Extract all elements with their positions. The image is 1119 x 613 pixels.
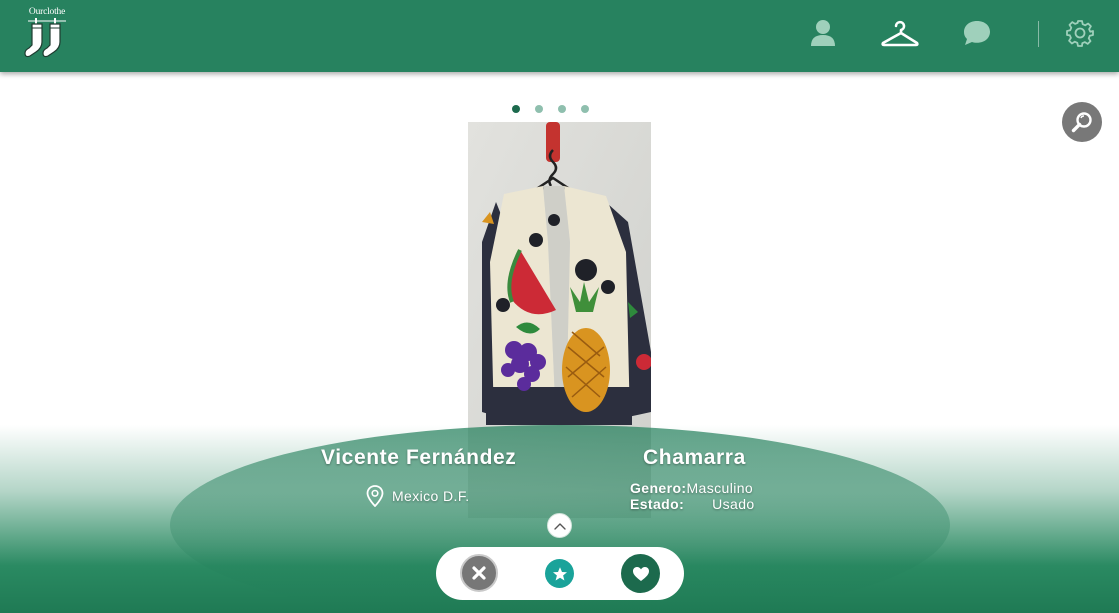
search-button[interactable] — [1062, 102, 1102, 142]
nav-profile-button[interactable] — [806, 16, 840, 50]
nav-settings-button[interactable] — [1063, 16, 1097, 50]
top-navigation-bar: Ourclothe — [0, 0, 1119, 72]
chevron-up-icon — [553, 522, 566, 530]
estado-label: Estado: — [630, 496, 685, 512]
superlike-button[interactable] — [545, 559, 574, 588]
seller-location: Mexico D.F. — [366, 485, 470, 507]
carousel-indicators — [512, 105, 589, 113]
star-icon — [552, 566, 567, 580]
carousel-dot[interactable] — [535, 105, 543, 113]
dislike-button[interactable] — [460, 554, 498, 592]
like-button[interactable] — [621, 554, 660, 593]
app-logo[interactable]: Ourclothe — [24, 7, 70, 61]
socks-logo-icon — [24, 18, 66, 58]
carousel-dot[interactable] — [512, 105, 520, 113]
close-icon — [472, 566, 486, 580]
genero-value: Masculino — [686, 480, 754, 496]
genero-row: Genero: Masculino — [630, 480, 755, 496]
expand-details-button[interactable] — [547, 513, 572, 538]
hanger-icon — [881, 20, 919, 47]
estado-row: Estado: Usado — [630, 496, 755, 512]
nav-clothes-button[interactable] — [880, 16, 920, 50]
location-text: Mexico D.F. — [392, 488, 470, 504]
nav-messages-button[interactable] — [960, 16, 994, 50]
seller-name[interactable]: Vicente Fernández — [321, 446, 516, 470]
item-details: Genero: Masculino Estado: Usado — [630, 480, 755, 512]
gear-icon — [1066, 20, 1094, 47]
estado-value: Usado — [712, 496, 755, 512]
location-pin-icon — [366, 485, 384, 507]
heart-icon — [632, 566, 649, 581]
chat-icon — [964, 21, 990, 45]
carousel-dot[interactable] — [581, 105, 589, 113]
action-bar — [436, 547, 684, 600]
nav-divider — [1038, 21, 1039, 47]
logo-text: Ourclothe — [28, 7, 66, 17]
genero-label: Genero: — [630, 480, 687, 496]
user-icon — [811, 20, 835, 46]
item-name: Chamarra — [643, 446, 746, 469]
search-icon — [1071, 112, 1092, 133]
carousel-dot[interactable] — [558, 105, 566, 113]
